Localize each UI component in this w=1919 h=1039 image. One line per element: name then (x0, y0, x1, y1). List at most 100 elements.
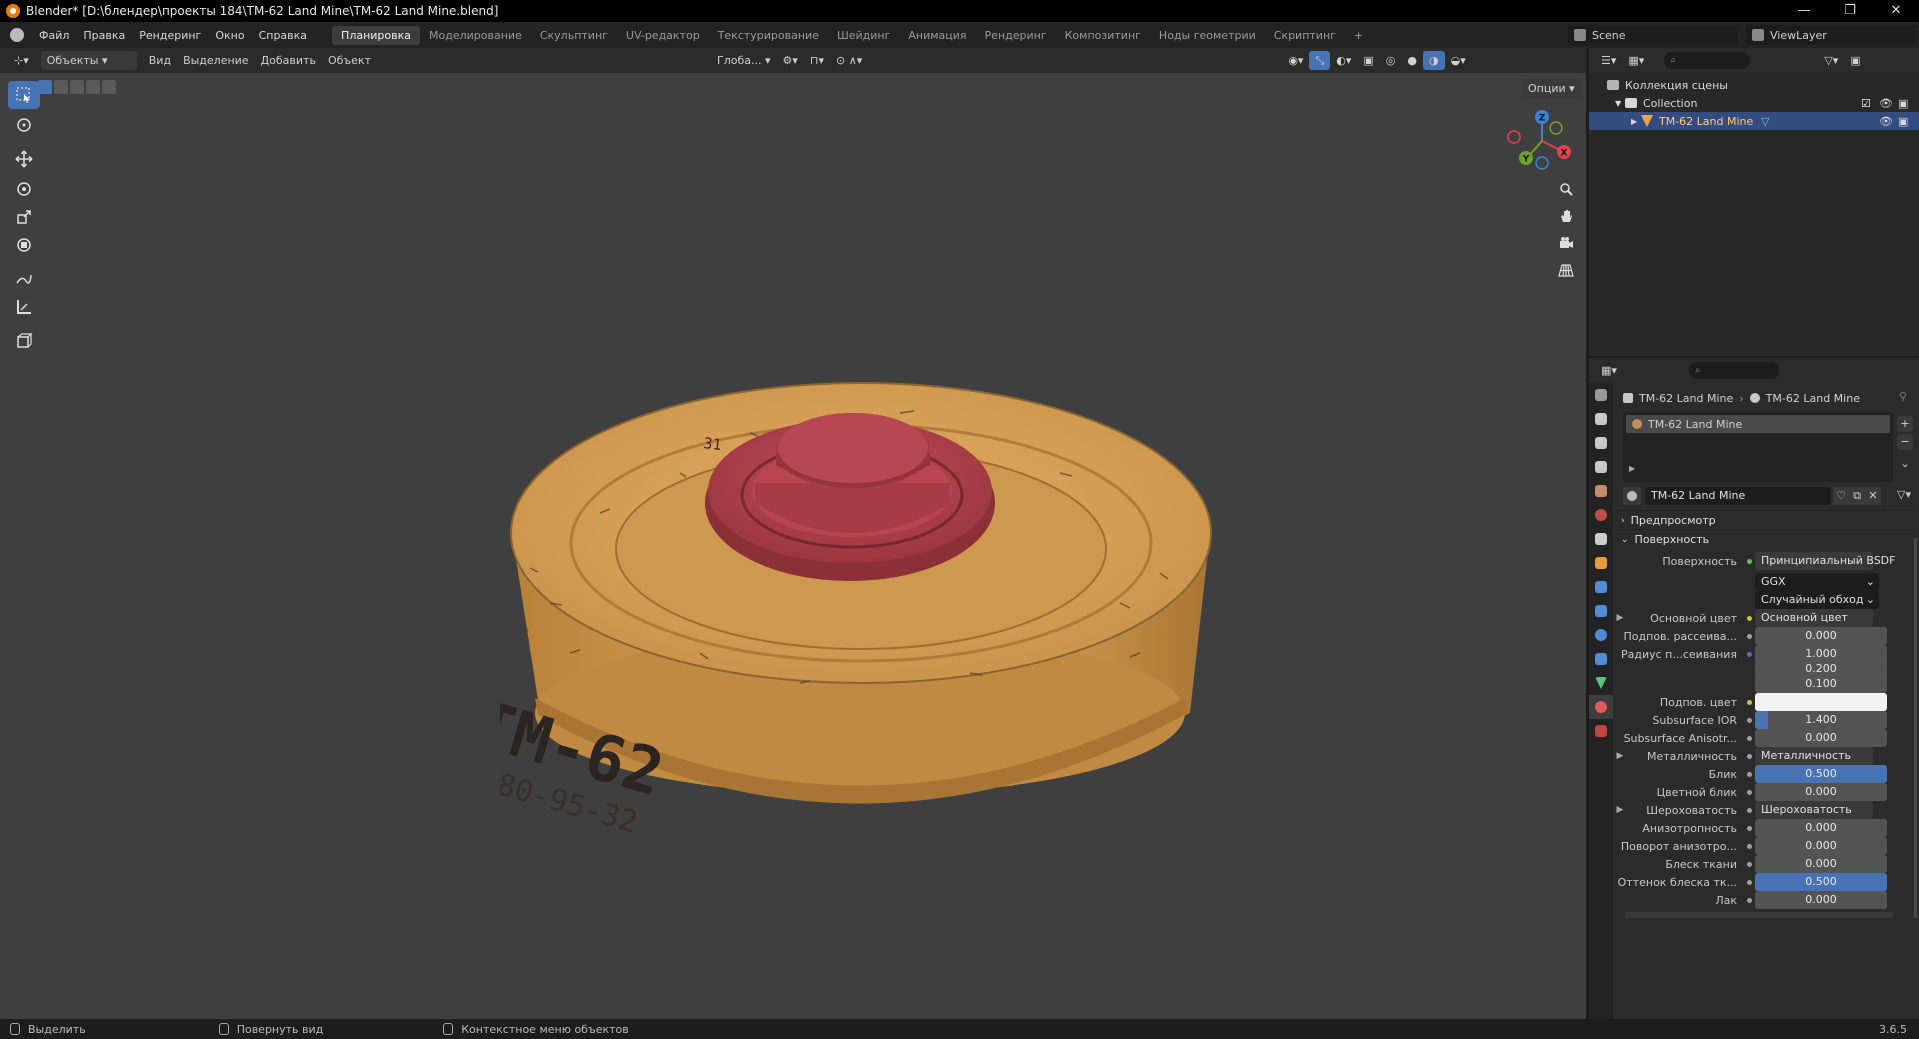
tab-object[interactable] (1589, 551, 1613, 575)
select-new-icon[interactable] (38, 80, 52, 94)
transform-orientation[interactable]: Глоба... ▾ (711, 51, 777, 70)
camera-render-icon[interactable]: ▣ (1898, 97, 1908, 110)
3d-viewport[interactable]: Опции ▾ Z X Y 31 TM-62 80-95-32 (0, 73, 1586, 1019)
outliner-filter-button[interactable]: ▽▾ (1818, 51, 1845, 70)
view-layer-name[interactable]: ViewLayer (1770, 29, 1827, 42)
shading-rendered[interactable]: ◒▾ (1444, 51, 1472, 70)
surface-shader-selector[interactable]: Принципиальный BSDF (1755, 552, 1895, 570)
tab-world[interactable] (1589, 503, 1613, 527)
add-workspace-button[interactable]: + (1345, 26, 1372, 45)
shading-material[interactable]: ◑ (1423, 51, 1445, 70)
material-name-field[interactable]: TM-62 Land Mine (1645, 487, 1831, 505)
transform-tool[interactable] (8, 231, 40, 259)
menu-select[interactable]: Выделение (177, 51, 255, 70)
xray-toggle[interactable]: ▣ (1357, 51, 1380, 70)
camera-view-icon[interactable] (1554, 231, 1578, 255)
outliner-collection-row[interactable]: ▼ Collection ☑ 👁 ▣ (1589, 94, 1919, 112)
tab-modeling[interactable]: Моделирование (420, 26, 531, 45)
specular-tint-field[interactable]: 0.000 (1755, 783, 1887, 801)
tab-shading[interactable]: Шейдинг (828, 26, 899, 45)
subsurface-color-swatch[interactable] (1755, 693, 1887, 711)
pin-icon[interactable]: ⚲ (1899, 390, 1907, 403)
expand-arrow-icon[interactable]: ▶ (1615, 751, 1625, 761)
gizmo-toggle[interactable]: ⤡ (1309, 51, 1331, 70)
remove-slot-button[interactable]: − (1897, 434, 1913, 450)
slot-specials-button[interactable]: ⌄ (1897, 456, 1913, 472)
properties-search-input[interactable]: ⌕ (1688, 362, 1779, 379)
editor-type-button[interactable]: ⊹▾ (8, 51, 35, 70)
expand-icon[interactable]: ▶ (1629, 464, 1635, 473)
distribution-dropdown[interactable]: GGX ⌄ (1755, 573, 1879, 591)
select-extend-icon[interactable] (54, 80, 68, 94)
browse-material-button[interactable] (1623, 487, 1641, 505)
tab-animation[interactable]: Анимация (899, 26, 975, 45)
scale-tool[interactable] (8, 203, 40, 231)
section-surface[interactable]: ⌄ Поверхность (1615, 529, 1915, 549)
tab-sculpting[interactable]: Скульптинг (531, 26, 617, 45)
landmine-model[interactable]: 31 TM-62 80-95-32 (500, 353, 1230, 963)
disclosure-triangle-icon[interactable]: ▶ (1631, 117, 1641, 126)
outliner-display-mode[interactable]: ▦▾ (1622, 51, 1651, 70)
menu-object[interactable]: Объект (321, 51, 377, 70)
subsurface-aniso-field[interactable]: 0.000 (1755, 729, 1887, 747)
view-layer-selector[interactable]: ViewLayer (1746, 25, 1916, 45)
specular-field[interactable]: 0.500 (1755, 765, 1887, 783)
aniso-rotation-field[interactable]: 0.000 (1755, 837, 1887, 855)
fake-user-icon[interactable]: ♡ (1833, 487, 1849, 505)
tab-texture-paint[interactable]: Текстурирование (709, 26, 828, 45)
disclosure-triangle-icon[interactable]: ▼ (1615, 99, 1625, 108)
tab-output[interactable] (1589, 431, 1613, 455)
tab-material[interactable] (1589, 695, 1613, 719)
sheen-tint-field[interactable]: 0.500 (1755, 873, 1887, 891)
annotate-tool[interactable] (8, 265, 40, 293)
subsurface-radius-z-field[interactable]: 0.100 (1755, 675, 1887, 693)
roughness-link[interactable]: Шероховатость (1755, 801, 1873, 819)
outliner-editor-type[interactable]: ☰▾ (1595, 51, 1623, 70)
tab-tool[interactable] (1589, 383, 1613, 407)
tab-physics[interactable] (1589, 623, 1613, 647)
outliner-search-input[interactable]: ⌕ (1664, 52, 1751, 69)
move-tool[interactable] (8, 145, 40, 173)
measure-tool[interactable] (8, 293, 40, 321)
menu-window[interactable]: Окно (208, 29, 251, 42)
scene-selector[interactable]: Scene (1568, 25, 1738, 45)
menu-help[interactable]: Справка (252, 29, 314, 42)
eye-icon[interactable]: 👁 (1879, 115, 1893, 128)
outliner-object-row[interactable]: ▶ TM-62 Land Mine ▽ 👁 ▣ (1589, 112, 1919, 130)
add-cube-tool[interactable] (8, 327, 40, 355)
tab-compositing[interactable]: Композитинг (1056, 26, 1150, 45)
pan-hand-icon[interactable] (1554, 204, 1578, 228)
shading-wireframe[interactable]: ◎ (1379, 51, 1402, 70)
eye-icon[interactable]: 👁 (1879, 97, 1893, 110)
new-collection-button[interactable]: ▣ (1844, 51, 1867, 70)
unlink-material-icon[interactable]: ✕ (1865, 487, 1881, 505)
properties-editor-type[interactable]: ▦▾ (1595, 361, 1623, 380)
mesh-data-icon[interactable]: ▽ (1761, 115, 1769, 128)
select-intersect-icon[interactable] (102, 80, 116, 94)
material-slot[interactable]: TM-62 Land Mine (1626, 415, 1890, 433)
menu-edit[interactable]: Правка (76, 29, 132, 42)
visibility-button[interactable]: ◉▾ (1282, 51, 1310, 70)
properties-scrollbar[interactable] (1914, 538, 1917, 918)
minimize-button[interactable]: — (1781, 0, 1827, 22)
tab-texture[interactable] (1589, 719, 1613, 743)
overlays-button[interactable]: ◐▾ (1330, 51, 1358, 70)
options-button[interactable]: Опции ▾ (1522, 79, 1581, 98)
mode-selector[interactable]: Объекты ▾ (40, 51, 137, 70)
pivot-point-button[interactable]: ⚙▾ (776, 51, 804, 70)
expand-arrow-icon[interactable]: ▶ (1615, 613, 1625, 623)
tab-view-layer[interactable] (1589, 455, 1613, 479)
snap-button[interactable]: ⊓▾ (803, 51, 831, 70)
checkbox-icon[interactable]: ☑ (1861, 97, 1871, 110)
camera-render-icon[interactable]: ▣ (1898, 115, 1908, 128)
tab-uv-editing[interactable]: UV-редактор (617, 26, 709, 45)
maximize-button[interactable]: ❐ (1827, 0, 1873, 22)
cursor-tool[interactable] (8, 111, 40, 139)
menu-view[interactable]: Вид (142, 51, 178, 70)
tab-layout[interactable]: Планировка (332, 25, 421, 45)
menu-render[interactable]: Рендеринг (132, 29, 208, 42)
menu-add[interactable]: Добавить (254, 51, 322, 70)
menu-file[interactable]: Файл (32, 29, 76, 42)
select-invert-icon[interactable] (86, 80, 100, 94)
tab-scripting[interactable]: Скриптинг (1265, 26, 1345, 45)
